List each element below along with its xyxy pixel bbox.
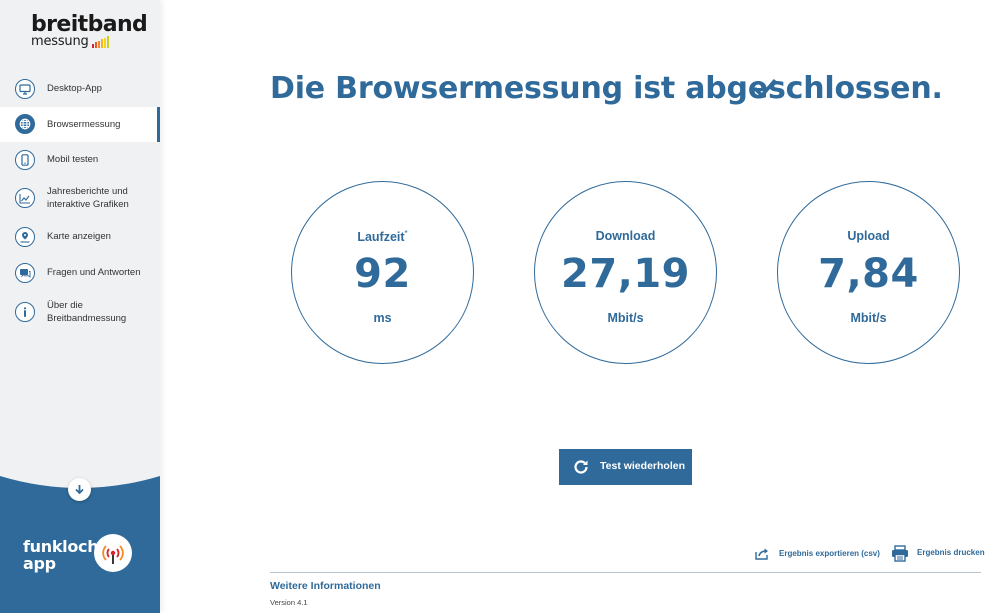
print-result-link[interactable]: Ergebnis drucken bbox=[891, 545, 985, 562]
print-label: Ergebnis drucken bbox=[917, 547, 985, 557]
funkloch-line-1: funkloch- bbox=[23, 537, 105, 556]
export-label: Ergebnis exportieren (csv) bbox=[779, 549, 880, 558]
info-icon bbox=[15, 302, 35, 322]
download-gauge: Download 27,19 Mbit/s bbox=[534, 181, 717, 364]
gauge-label: Upload bbox=[847, 229, 890, 243]
sidebar-item-label: Fragen und Antworten bbox=[47, 267, 141, 278]
scroll-down-button[interactable] bbox=[68, 478, 91, 501]
sidebar-item-label: Jahresberichte und interaktive Grafiken bbox=[47, 186, 129, 210]
smartphone-icon bbox=[15, 150, 35, 170]
sidebar-item-label: Über die Breitbandmessung bbox=[47, 300, 127, 324]
sidebar-item-karte-anzeigen[interactable]: Karte anzeigen bbox=[0, 218, 160, 256]
sidebar-item-ueber[interactable]: Über die Breitbandmessung bbox=[0, 292, 160, 332]
download-value: 27,19 bbox=[560, 251, 691, 297]
gauge-label: Download bbox=[595, 229, 656, 243]
logo-line-1: breitband bbox=[31, 12, 148, 37]
chart-icon bbox=[15, 188, 35, 208]
export-csv-link[interactable]: Ergebnis exportieren (csv) bbox=[755, 547, 880, 560]
sidebar-item-label: Desktop-App bbox=[47, 83, 102, 94]
more-info-link[interactable]: Weitere Informationen bbox=[270, 580, 381, 592]
monitor-icon bbox=[15, 79, 35, 99]
footnote-marker: * bbox=[404, 229, 408, 238]
logo-signal-bars-icon bbox=[91, 36, 110, 48]
version-text: Version 4.1 bbox=[270, 598, 308, 607]
sidebar: breitband messung Desktop-App Browsermes… bbox=[0, 0, 160, 613]
sidebar-item-label: Browsermessung bbox=[47, 119, 121, 130]
gauge-unit: ms bbox=[373, 311, 392, 325]
sidebar-item-browsermessung[interactable]: Browsermessung bbox=[0, 107, 160, 142]
printer-icon bbox=[892, 545, 908, 562]
sidebar-item-label: Karte anzeigen bbox=[47, 231, 111, 242]
gauge-label: Laufzeit* bbox=[357, 229, 408, 245]
globe-icon bbox=[15, 114, 35, 134]
logo-line-2: messung bbox=[31, 34, 89, 49]
speech-bubble-icon bbox=[15, 263, 35, 283]
page-title: Die Browsermessung ist abgeschlossen. bbox=[270, 71, 943, 106]
sidebar-item-fragen-und-antworten[interactable]: Fragen und Antworten bbox=[0, 256, 160, 292]
antenna-icon[interactable] bbox=[94, 534, 132, 572]
refresh-icon bbox=[574, 460, 588, 474]
retry-test-button[interactable]: Test wiederholen bbox=[559, 449, 692, 485]
sidebar-item-desktop-app[interactable]: Desktop-App bbox=[0, 71, 160, 107]
retry-button-label: Test wiederholen bbox=[600, 460, 685, 472]
arrow-down-icon bbox=[75, 485, 84, 495]
funkloch-app-link[interactable]: funkloch- app bbox=[23, 538, 105, 572]
gauge-unit: Mbit/s bbox=[850, 311, 887, 325]
sidebar-item-mobil-testen[interactable]: Mobil testen bbox=[0, 142, 160, 178]
gauge-unit: Mbit/s bbox=[607, 311, 644, 325]
sidebar-item-jahresberichte[interactable]: Jahresberichte und interaktive Grafiken bbox=[0, 178, 160, 218]
footer-divider bbox=[270, 572, 981, 573]
checkmark-icon bbox=[753, 78, 777, 99]
share-icon bbox=[755, 548, 768, 560]
upload-gauge: Upload 7,84 Mbit/s bbox=[777, 181, 960, 364]
sidebar-item-label: Mobil testen bbox=[47, 154, 99, 165]
latency-value: 92 bbox=[354, 251, 411, 297]
breitbandmessung-logo[interactable]: breitband messung bbox=[31, 12, 148, 54]
map-pin-icon bbox=[15, 227, 35, 247]
latency-gauge: Laufzeit* 92 ms bbox=[291, 181, 474, 364]
upload-value: 7,84 bbox=[818, 251, 919, 297]
sidebar-promo-area: funkloch- app bbox=[0, 470, 160, 613]
funkloch-line-2: app bbox=[23, 554, 56, 573]
